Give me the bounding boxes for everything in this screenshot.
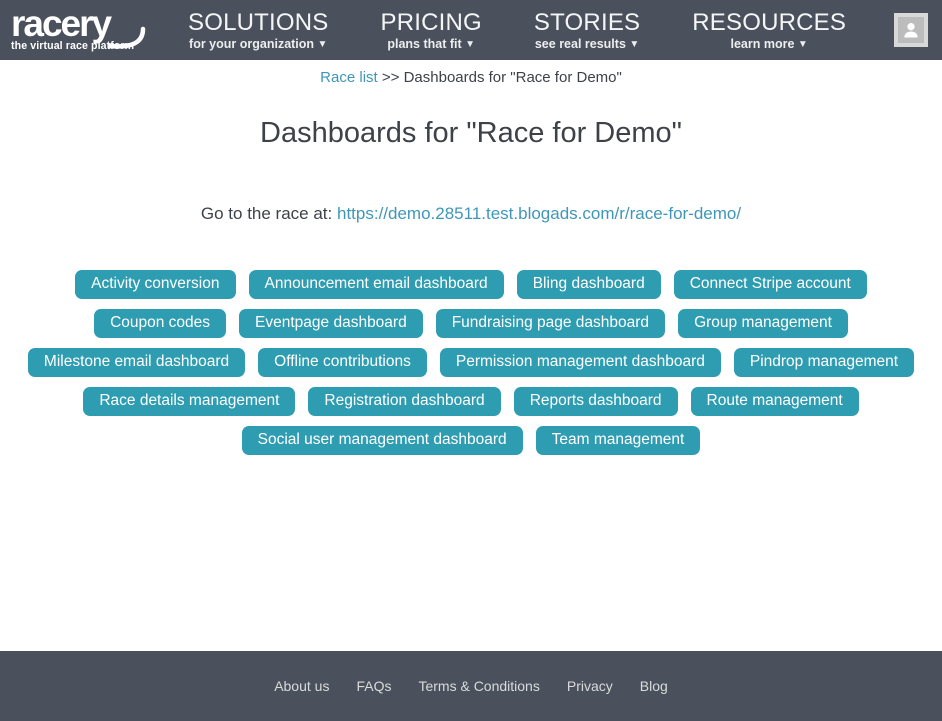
dashboard-button-offline-contributions[interactable]: Offline contributions — [258, 348, 427, 377]
chevron-down-icon: ▼ — [318, 39, 328, 50]
footer-link-blog[interactable]: Blog — [640, 678, 668, 694]
main-nav: SOLUTIONS for your organization ▼ PRICIN… — [188, 10, 846, 51]
chevron-down-icon: ▼ — [798, 39, 808, 50]
logo-wordmark: racery — [11, 4, 113, 44]
breadcrumb-separator: >> — [382, 69, 400, 86]
user-avatar-icon — [898, 17, 924, 43]
nav-item-pricing[interactable]: PRICING plans that fit ▼ — [381, 10, 482, 51]
page-title: Dashboards for "Race for Demo" — [0, 117, 942, 150]
dashboard-button-coupon-codes[interactable]: Coupon codes — [94, 309, 226, 338]
nav-resources-subtext: learn more — [731, 37, 795, 51]
main-content: Race list >> Dashboards for "Race for De… — [0, 60, 942, 651]
dashboard-button-social-user-management[interactable]: Social user management dashboard — [242, 426, 523, 455]
top-navigation-bar: racery the virtual race platform SOLUTIO… — [0, 0, 942, 60]
nav-resources-label: RESOURCES — [692, 10, 846, 36]
dashboard-button-bling[interactable]: Bling dashboard — [517, 270, 661, 299]
nav-pricing-subtext: plans that fit — [387, 37, 461, 51]
race-link-label: Go to the race at: — [201, 204, 332, 223]
dashboard-button-eventpage[interactable]: Eventpage dashboard — [239, 309, 423, 338]
dashboard-button-route-management[interactable]: Route management — [691, 387, 859, 416]
dashboard-button-group: Activity conversion Announcement email d… — [21, 270, 921, 455]
account-button[interactable] — [894, 13, 928, 47]
nav-stories-sublabel: see real results ▼ — [534, 37, 640, 51]
dashboard-button-registration[interactable]: Registration dashboard — [308, 387, 500, 416]
logo-tagline: the virtual race platform — [11, 40, 134, 52]
nav-pricing-label: PRICING — [381, 10, 482, 36]
breadcrumb-race-list-link[interactable]: Race list — [320, 69, 378, 86]
dashboard-button-milestone-email[interactable]: Milestone email dashboard — [28, 348, 245, 377]
chevron-down-icon: ▼ — [465, 39, 475, 50]
nav-solutions-sublabel: for your organization ▼ — [188, 37, 329, 51]
nav-stories-subtext: see real results — [535, 37, 626, 51]
breadcrumb-current: Dashboards for "Race for Demo" — [404, 69, 622, 86]
dashboard-button-permission-management[interactable]: Permission management dashboard — [440, 348, 721, 377]
dashboard-button-connect-stripe[interactable]: Connect Stripe account — [674, 270, 867, 299]
footer-link-about-us[interactable]: About us — [274, 678, 329, 694]
footer-link-terms[interactable]: Terms & Conditions — [418, 678, 539, 694]
nav-solutions-label: SOLUTIONS — [188, 10, 329, 36]
racery-logo[interactable]: racery the virtual race platform — [10, 4, 170, 57]
dashboard-button-fundraising-page[interactable]: Fundraising page dashboard — [436, 309, 665, 338]
dashboard-button-pindrop-management[interactable]: Pindrop management — [734, 348, 914, 377]
dashboard-button-activity-conversion[interactable]: Activity conversion — [75, 270, 235, 299]
chevron-down-icon: ▼ — [629, 39, 639, 50]
racery-logo-image: racery the virtual race platform — [10, 4, 168, 52]
nav-resources-sublabel: learn more ▼ — [692, 37, 846, 51]
race-url-link[interactable]: https://demo.28511.test.blogads.com/r/ra… — [337, 204, 741, 223]
dashboard-button-group-management[interactable]: Group management — [678, 309, 848, 338]
nav-stories-label: STORIES — [534, 10, 640, 36]
breadcrumb: Race list >> Dashboards for "Race for De… — [0, 60, 942, 86]
nav-item-resources[interactable]: RESOURCES learn more ▼ — [692, 10, 846, 51]
race-link-line: Go to the race at: https://demo.28511.te… — [0, 204, 942, 224]
dashboard-button-reports[interactable]: Reports dashboard — [514, 387, 678, 416]
nav-item-solutions[interactable]: SOLUTIONS for your organization ▼ — [188, 10, 329, 51]
footer-link-faqs[interactable]: FAQs — [356, 678, 391, 694]
dashboard-button-race-details[interactable]: Race details management — [83, 387, 295, 416]
nav-solutions-subtext: for your organization — [189, 37, 314, 51]
dashboard-button-team-management[interactable]: Team management — [536, 426, 701, 455]
dashboard-button-announcement-email[interactable]: Announcement email dashboard — [249, 270, 504, 299]
nav-item-stories[interactable]: STORIES see real results ▼ — [534, 10, 640, 51]
footer: About us FAQs Terms & Conditions Privacy… — [0, 651, 942, 721]
footer-link-privacy[interactable]: Privacy — [567, 678, 613, 694]
nav-pricing-sublabel: plans that fit ▼ — [381, 37, 482, 51]
